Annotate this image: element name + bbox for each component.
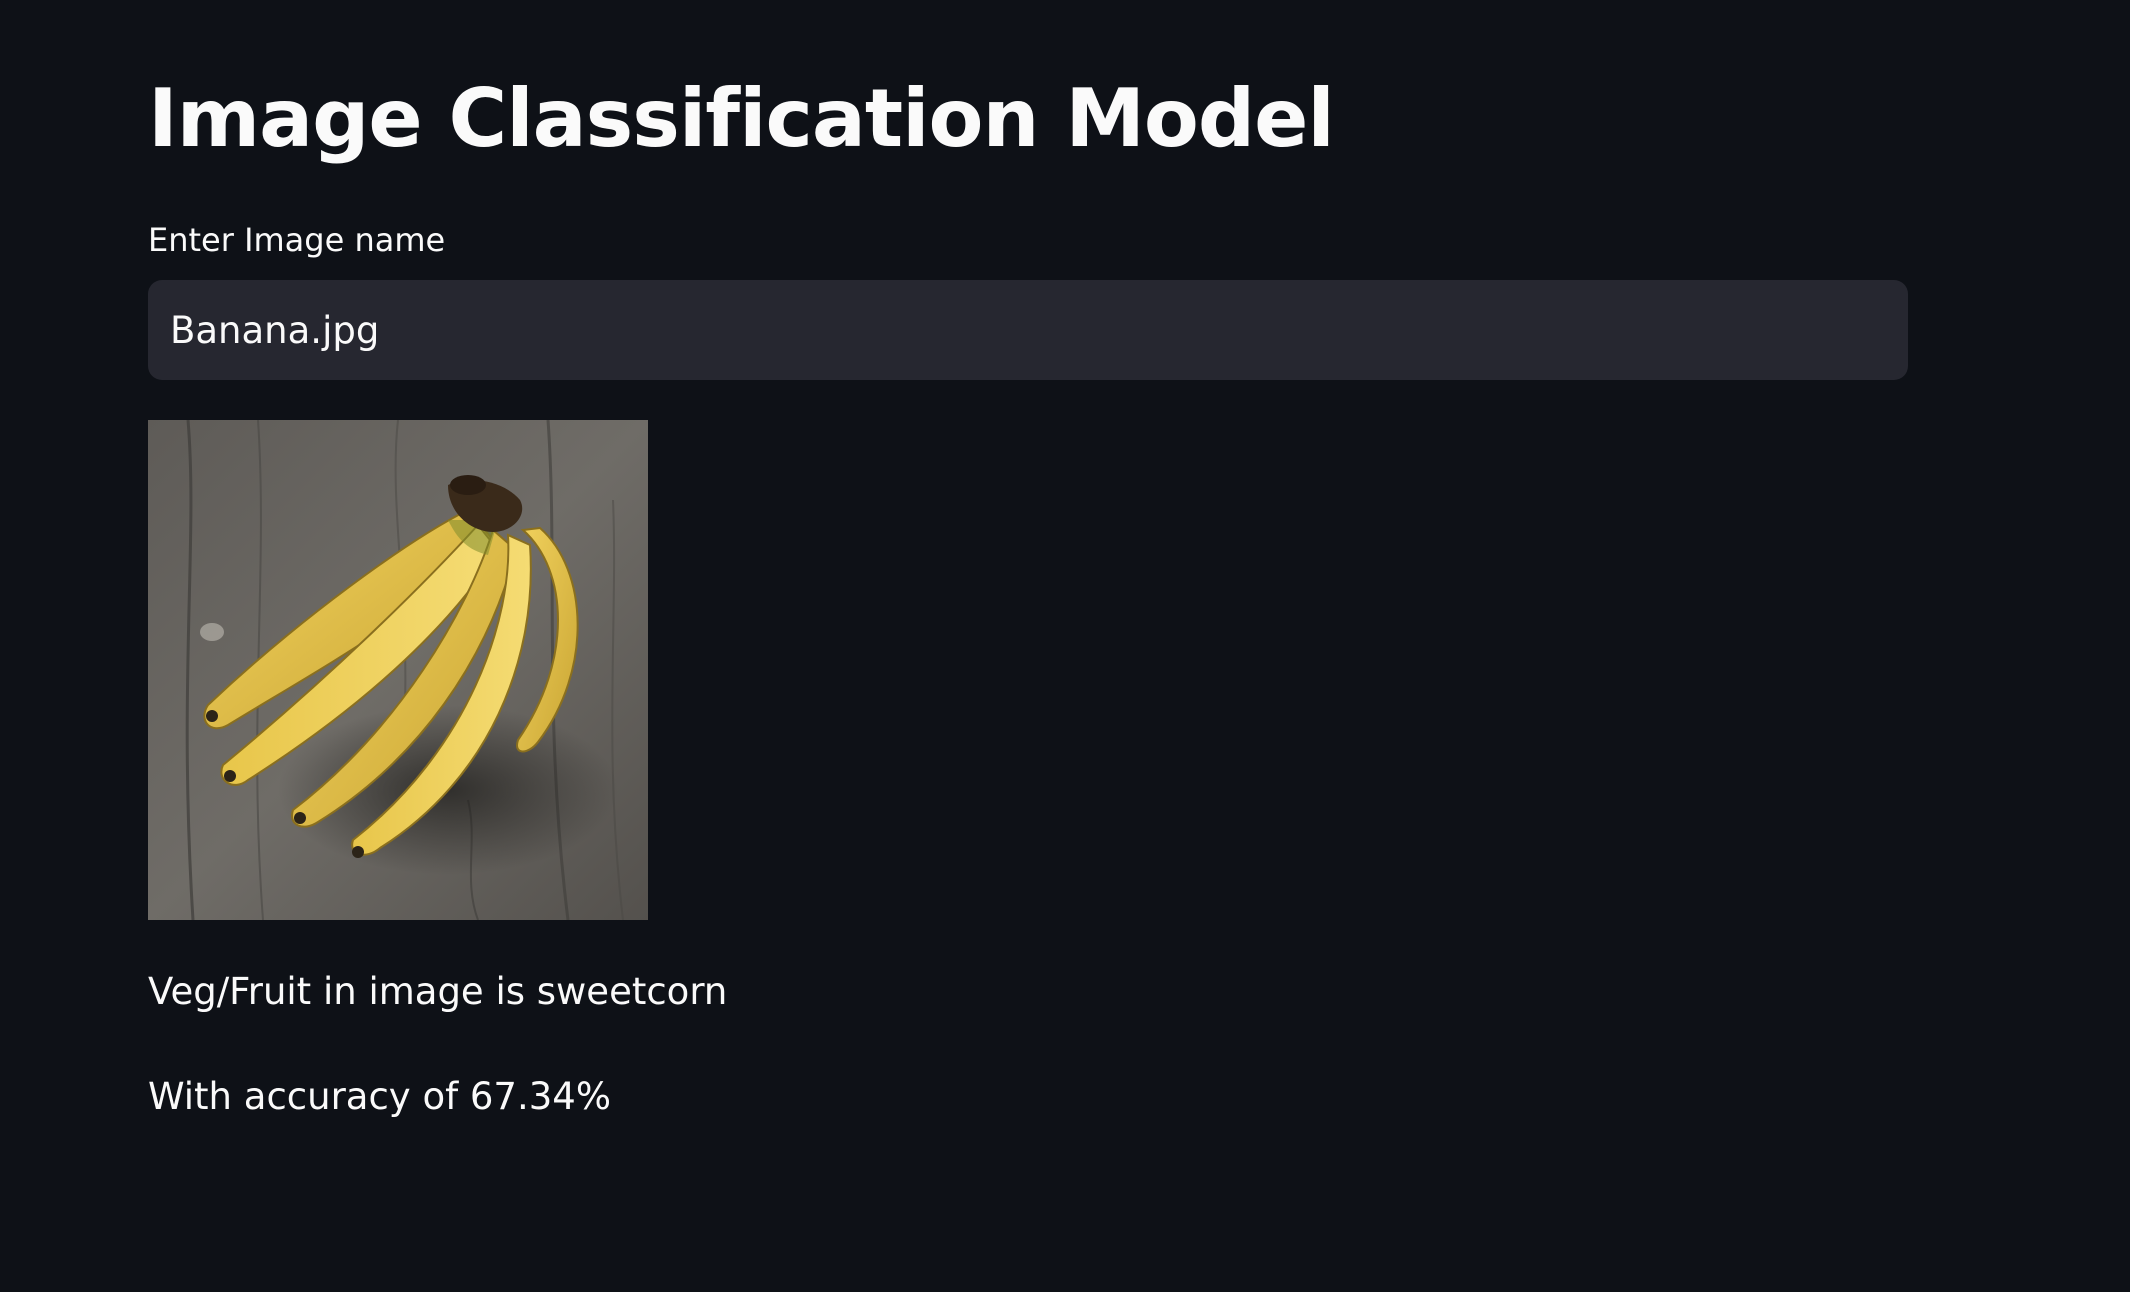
- page-title: Image Classification Model: [148, 72, 1335, 165]
- uploaded-image: [148, 420, 648, 920]
- image-name-label: Enter Image name: [148, 221, 446, 259]
- image-name-input[interactable]: [148, 280, 1908, 380]
- prediction-text: Veg/Fruit in image is sweetcorn: [148, 970, 728, 1013]
- accuracy-text: With accuracy of 67.34%: [148, 1075, 611, 1118]
- banana-image: [148, 420, 648, 920]
